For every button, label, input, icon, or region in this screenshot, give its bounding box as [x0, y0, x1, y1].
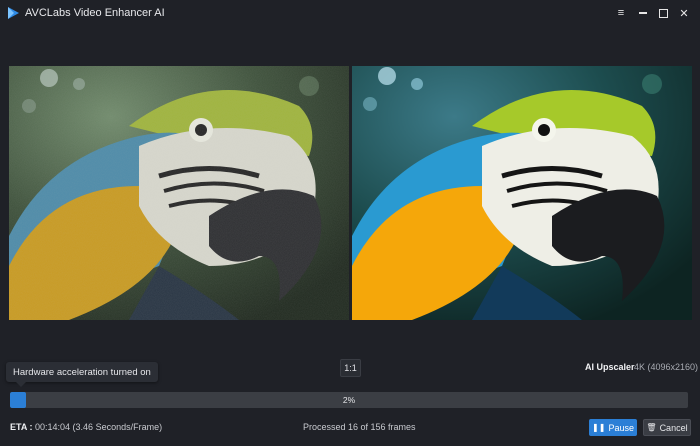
cancel-button[interactable]: 🗑 Cancel — [643, 419, 691, 436]
progress-label: 2% — [342, 395, 356, 405]
eta-label: ETA : — [10, 422, 33, 432]
cancel-label: Cancel — [659, 422, 688, 433]
app-logo-icon — [8, 7, 19, 19]
model-resolution: 4K (4096x2160) — [634, 362, 699, 372]
enhanced-parrot-image — [352, 66, 692, 320]
eta-status: ETA : 00:14:04 (3.46 Seconds/Frame) — [10, 422, 162, 432]
minimize-icon[interactable] — [634, 4, 652, 22]
close-icon[interactable]: ✕ — [675, 4, 693, 22]
eta-value: 00:14:04 (3.46 Seconds/Frame) — [35, 422, 163, 432]
app-title: AVCLabs Video Enhancer AI — [25, 7, 165, 19]
enhanced-preview — [352, 66, 692, 320]
menu-icon[interactable]: ≡ — [612, 4, 630, 22]
progress-bar: 2% — [10, 392, 688, 408]
hardware-acceleration-tooltip: Hardware acceleration turned on — [6, 362, 158, 382]
pause-button[interactable]: ❚❚ Pause — [589, 419, 637, 436]
original-parrot-image — [9, 66, 349, 320]
pause-icon: ❚❚ — [592, 423, 606, 432]
processed-count: Processed 16 of 156 frames — [303, 422, 416, 432]
model-name: AI Upscaler — [585, 362, 635, 372]
tooltip-tail — [16, 382, 26, 387]
pause-label: Pause — [608, 422, 634, 433]
ratio-button[interactable]: 1:1 — [340, 359, 361, 377]
original-preview — [9, 66, 349, 320]
trash-icon: 🗑 — [646, 423, 657, 432]
maximize-icon[interactable] — [654, 4, 672, 22]
title-bar: AVCLabs Video Enhancer AI ≡ ✕ — [0, 0, 700, 26]
